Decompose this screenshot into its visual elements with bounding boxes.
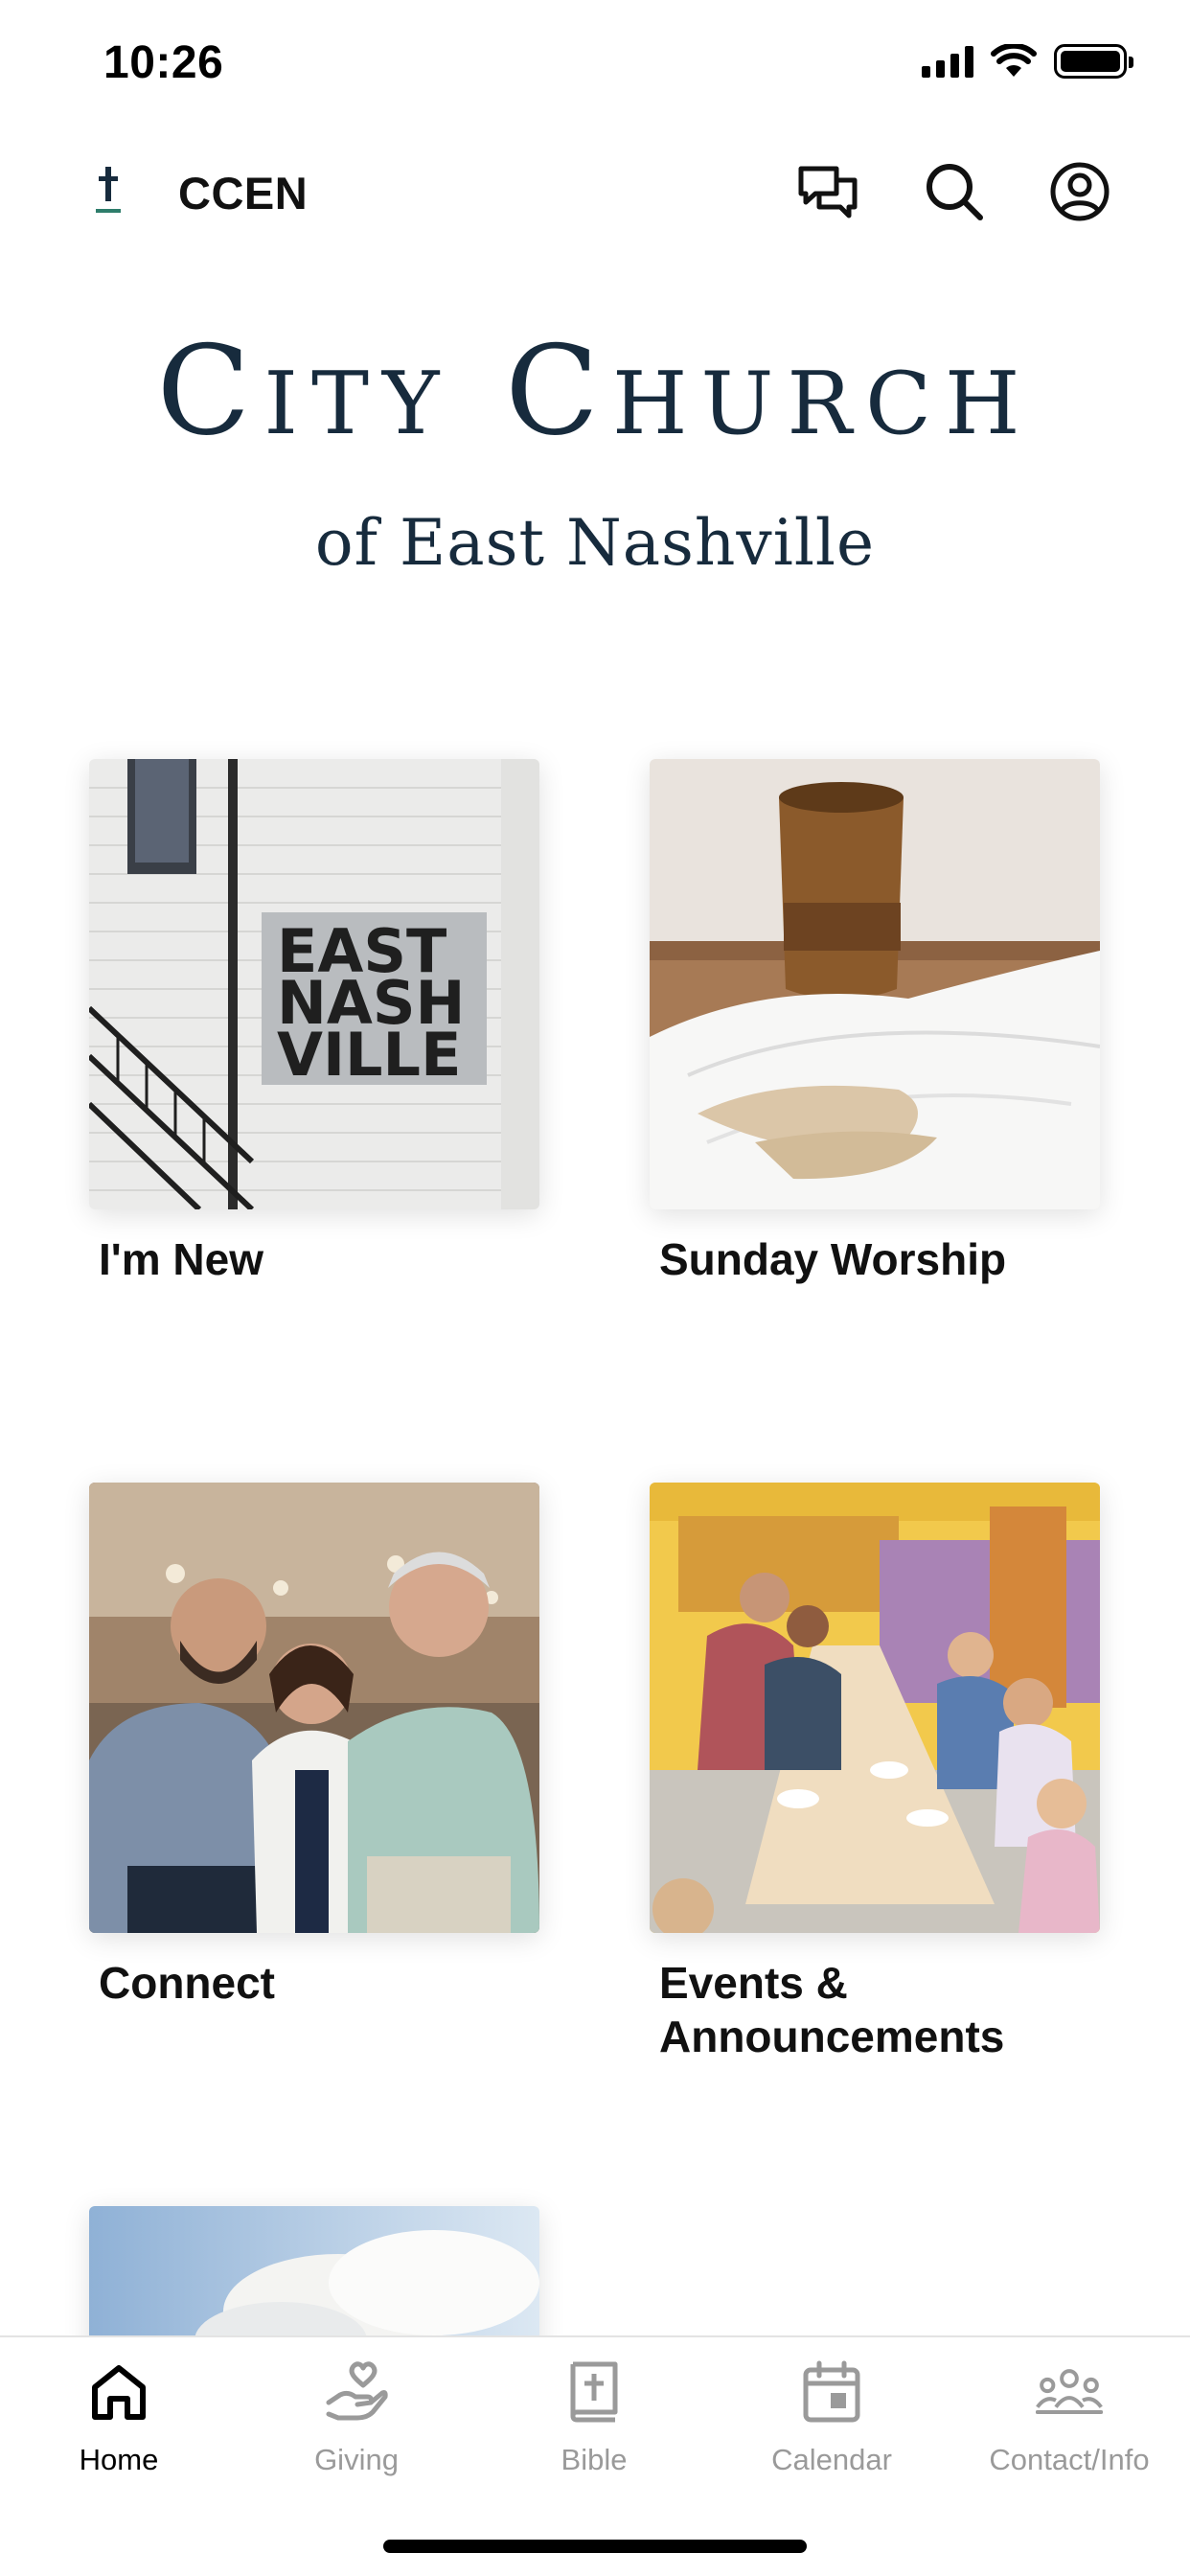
east-nashville-wall-image[interactable]: EAST NASH VILLE [89, 759, 539, 1209]
profile-button[interactable] [1045, 157, 1114, 226]
tab-label: Giving [314, 2443, 399, 2476]
brand-name[interactable]: CCEN [178, 167, 308, 219]
tile-label[interactable]: Sunday Worship [650, 1232, 1100, 1286]
communion-image[interactable] [650, 759, 1100, 1209]
bible-icon [570, 2361, 618, 2423]
tile-label[interactable]: Connect [89, 1956, 539, 2010]
app-header: CCEN [0, 144, 1190, 240]
church-name-subtitle: of East Nashville [314, 506, 876, 580]
tab-label: Bible [561, 2443, 628, 2476]
community-dinner-image[interactable] [650, 1483, 1100, 1933]
tab-contact-info[interactable]: Contact/Info [950, 2358, 1188, 2502]
tile-im-new[interactable]: EAST NASH VILLE I'm New [89, 759, 539, 1286]
calendar-icon [803, 2360, 860, 2423]
people-group-icon [1036, 2369, 1103, 2414]
giving-hand-heart-icon [326, 2361, 388, 2421]
tile-label[interactable]: Events & Announcements [650, 1956, 1100, 2063]
tab-bible[interactable]: Bible [475, 2358, 713, 2502]
status-icons [922, 44, 1133, 79]
church-cross-logo-icon[interactable] [94, 165, 123, 217]
status-bar: 10:26 [0, 0, 1190, 134]
cellular-signal-icon [922, 45, 973, 78]
wifi-icon [991, 44, 1037, 77]
home-icon [92, 2365, 146, 2420]
tile-connect[interactable]: Connect [89, 1483, 539, 2010]
tab-label: Contact/Info [989, 2443, 1150, 2476]
battery-icon [1054, 44, 1133, 79]
connect-people-image[interactable] [89, 1483, 539, 1933]
home-indicator[interactable] [383, 2540, 807, 2553]
search-button[interactable] [920, 157, 989, 226]
svg-text:VILLE: VILLE [277, 1020, 461, 1090]
church-name-title: City Church [156, 320, 1034, 463]
tab-calendar[interactable]: Calendar [713, 2358, 950, 2502]
search-icon [927, 164, 983, 220]
tile-sunday-worship[interactable]: Sunday Worship [650, 759, 1100, 1286]
tab-giving[interactable]: Giving [238, 2358, 475, 2502]
user-profile-icon [1050, 162, 1110, 221]
tab-label: Calendar [771, 2443, 892, 2476]
status-time: 10:26 [103, 37, 224, 88]
messages-button[interactable] [793, 157, 862, 226]
tile-label[interactable]: I'm New [89, 1232, 539, 1286]
tab-home[interactable]: Home [0, 2358, 238, 2502]
tab-label: Home [79, 2443, 159, 2476]
tile-events-announcements[interactable]: Events & Announcements [650, 1483, 1100, 2063]
chat-bubbles-icon [798, 166, 858, 218]
